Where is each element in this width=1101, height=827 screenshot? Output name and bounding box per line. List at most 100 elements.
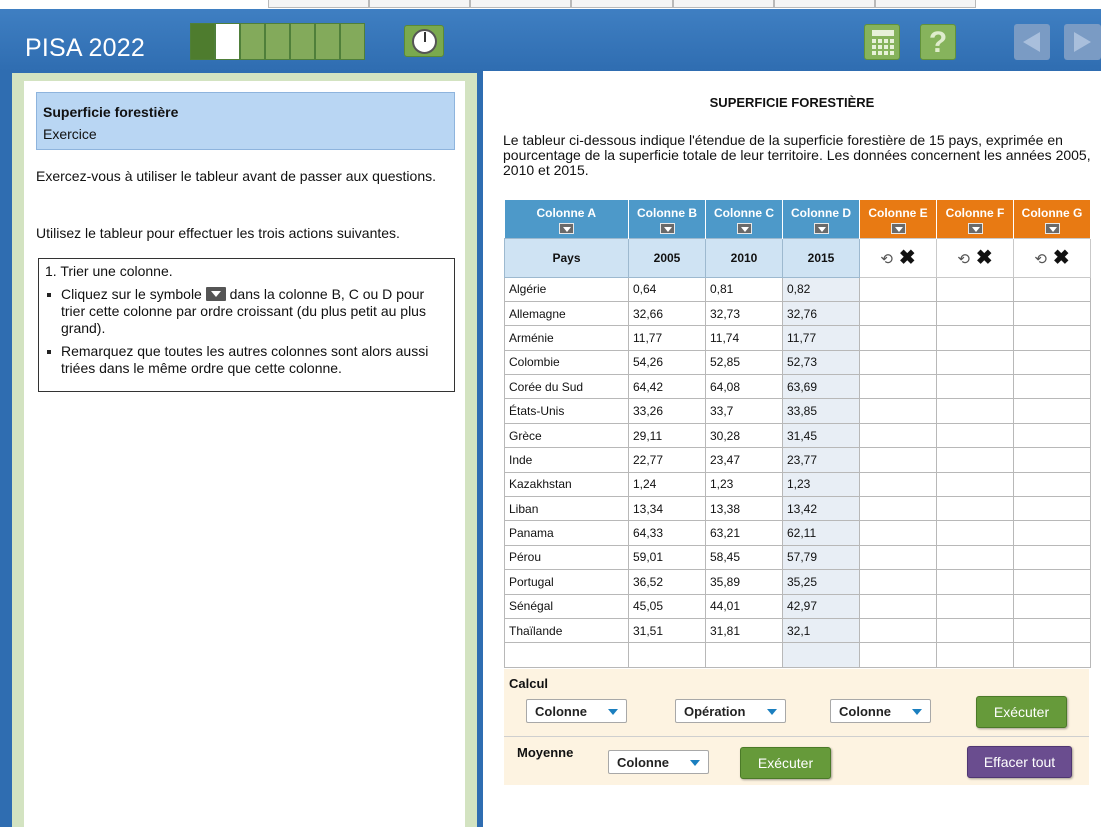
table-cell[interactable] bbox=[936, 569, 1014, 595]
table-cell[interactable] bbox=[1013, 520, 1091, 546]
table-cell[interactable] bbox=[936, 422, 1014, 449]
table-cell[interactable] bbox=[1013, 642, 1091, 668]
table-cell[interactable] bbox=[859, 642, 937, 668]
table-cell[interactable]: 33,85 bbox=[782, 398, 860, 424]
table-cell[interactable] bbox=[936, 544, 1014, 571]
table-cell[interactable] bbox=[859, 544, 937, 571]
table-cell[interactable] bbox=[1013, 300, 1091, 327]
sort-dropdown-icon[interactable] bbox=[1044, 223, 1060, 234]
table-cell[interactable] bbox=[936, 496, 1014, 522]
table-cell[interactable]: 23,47 bbox=[705, 447, 783, 473]
previous-button[interactable] bbox=[1014, 24, 1050, 60]
table-cell[interactable] bbox=[504, 642, 629, 668]
table-cell[interactable] bbox=[859, 520, 937, 546]
sort-dropdown-icon[interactable] bbox=[813, 223, 829, 234]
browser-tab[interactable] bbox=[874, 0, 976, 8]
table-cell[interactable]: Kazakhstan bbox=[504, 471, 629, 498]
table-cell[interactable]: 32,1 bbox=[782, 617, 860, 644]
table-cell[interactable] bbox=[936, 398, 1014, 424]
table-cell[interactable]: 11,77 bbox=[628, 325, 706, 351]
undo-icon[interactable]: ⟲ bbox=[880, 251, 893, 268]
browser-tab[interactable] bbox=[773, 0, 875, 8]
table-cell[interactable] bbox=[936, 349, 1014, 376]
mean-execute-button[interactable]: Exécuter bbox=[740, 747, 831, 779]
next-button[interactable] bbox=[1064, 24, 1101, 60]
table-cell[interactable] bbox=[859, 496, 937, 522]
undo-icon[interactable]: ⟲ bbox=[1034, 251, 1047, 268]
table-cell[interactable]: 58,45 bbox=[705, 544, 783, 571]
table-cell[interactable]: 31,81 bbox=[705, 617, 783, 644]
table-cell[interactable]: 35,25 bbox=[782, 569, 860, 595]
clear-column-icon[interactable]: ✖ bbox=[976, 247, 993, 269]
table-cell[interactable]: 0,82 bbox=[782, 276, 860, 302]
clear-all-button[interactable]: Effacer tout bbox=[967, 746, 1072, 778]
undo-icon[interactable]: ⟲ bbox=[957, 251, 970, 268]
browser-tab[interactable] bbox=[369, 0, 471, 8]
table-cell[interactable]: 63,69 bbox=[782, 374, 860, 400]
table-cell[interactable] bbox=[705, 642, 783, 668]
table-cell[interactable]: 64,08 bbox=[705, 374, 783, 400]
table-cell[interactable]: 36,52 bbox=[628, 569, 706, 595]
table-cell[interactable]: 11,74 bbox=[705, 325, 783, 351]
table-cell[interactable]: 22,77 bbox=[628, 447, 706, 473]
table-cell[interactable]: 64,33 bbox=[628, 520, 706, 546]
timer-button[interactable] bbox=[404, 25, 444, 57]
table-cell[interactable]: 54,26 bbox=[628, 349, 706, 376]
table-cell[interactable] bbox=[1013, 422, 1091, 449]
table-cell[interactable]: Pérou bbox=[504, 544, 629, 571]
calc-execute-button[interactable]: Exécuter bbox=[976, 696, 1067, 728]
table-cell[interactable]: 31,51 bbox=[628, 617, 706, 644]
clear-column-icon[interactable]: ✖ bbox=[1053, 247, 1070, 269]
table-cell[interactable] bbox=[859, 422, 937, 449]
table-cell[interactable]: 42,97 bbox=[782, 593, 860, 619]
table-cell[interactable] bbox=[859, 325, 937, 351]
table-cell[interactable] bbox=[936, 642, 1014, 668]
table-cell[interactable]: 1,23 bbox=[782, 471, 860, 498]
table-cell[interactable]: 11,77 bbox=[782, 325, 860, 351]
table-cell[interactable]: 0,64 bbox=[628, 276, 706, 302]
table-cell[interactable] bbox=[936, 520, 1014, 546]
table-cell[interactable]: 32,73 bbox=[705, 300, 783, 327]
table-cell[interactable]: Portugal bbox=[504, 569, 629, 595]
table-cell[interactable]: 52,73 bbox=[782, 349, 860, 376]
sort-dropdown-icon[interactable] bbox=[659, 223, 675, 234]
table-cell[interactable] bbox=[859, 276, 937, 302]
table-cell[interactable]: Allemagne bbox=[504, 300, 629, 327]
table-cell[interactable]: Colombie bbox=[504, 349, 629, 376]
table-cell[interactable] bbox=[1013, 325, 1091, 351]
table-cell[interactable]: 57,79 bbox=[782, 544, 860, 571]
table-cell[interactable]: 44,01 bbox=[705, 593, 783, 619]
table-cell[interactable] bbox=[1013, 447, 1091, 473]
table-cell[interactable] bbox=[936, 447, 1014, 473]
table-cell[interactable]: Panama bbox=[504, 520, 629, 546]
browser-tab[interactable] bbox=[672, 0, 774, 8]
table-cell[interactable] bbox=[1013, 276, 1091, 302]
table-cell[interactable]: 13,34 bbox=[628, 496, 706, 522]
table-cell[interactable] bbox=[859, 398, 937, 424]
table-cell[interactable] bbox=[1013, 617, 1091, 644]
table-cell[interactable] bbox=[859, 447, 937, 473]
table-cell[interactable] bbox=[936, 374, 1014, 400]
table-cell[interactable] bbox=[936, 276, 1014, 302]
sort-dropdown-icon[interactable] bbox=[736, 223, 752, 234]
table-cell[interactable] bbox=[936, 471, 1014, 498]
table-cell[interactable] bbox=[1013, 569, 1091, 595]
table-cell[interactable]: 30,28 bbox=[705, 422, 783, 449]
sort-dropdown-icon[interactable] bbox=[967, 223, 983, 234]
browser-tab[interactable] bbox=[470, 0, 572, 8]
table-cell[interactable]: 13,42 bbox=[782, 496, 860, 522]
table-cell[interactable] bbox=[859, 471, 937, 498]
table-cell[interactable]: 64,42 bbox=[628, 374, 706, 400]
sort-dropdown-icon[interactable] bbox=[558, 223, 574, 234]
table-cell[interactable]: 1,23 bbox=[705, 471, 783, 498]
calc-column-select-1[interactable]: Colonne bbox=[526, 699, 627, 723]
browser-tab[interactable] bbox=[268, 0, 370, 8]
table-cell[interactable]: Inde bbox=[504, 447, 629, 473]
table-cell[interactable] bbox=[1013, 544, 1091, 571]
table-cell[interactable]: Algérie bbox=[504, 276, 629, 302]
table-cell[interactable]: 32,66 bbox=[628, 300, 706, 327]
table-cell[interactable]: 33,7 bbox=[705, 398, 783, 424]
table-cell[interactable] bbox=[1013, 593, 1091, 619]
table-cell[interactable] bbox=[1013, 349, 1091, 376]
calc-column-select-2[interactable]: Colonne bbox=[830, 699, 931, 723]
